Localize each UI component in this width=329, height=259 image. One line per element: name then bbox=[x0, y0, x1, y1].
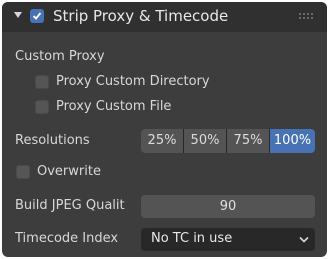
resolution-100-button[interactable]: 100% bbox=[270, 129, 315, 153]
panel-title: Strip Proxy & Timecode bbox=[53, 7, 229, 25]
checkbox-box[interactable] bbox=[35, 100, 49, 114]
resolution-25-button[interactable]: 25% bbox=[141, 129, 183, 153]
jpeg-quality-label: Build JPEG Qualit bbox=[15, 198, 125, 213]
timecode-index-label: Timecode Index bbox=[15, 231, 119, 246]
collapse-arrow-icon[interactable] bbox=[14, 12, 22, 18]
jpeg-quality-field[interactable]: 90 bbox=[141, 195, 315, 218]
proxy-custom-directory-label: Proxy Custom Directory bbox=[56, 74, 210, 89]
enable-checkbox[interactable] bbox=[30, 9, 44, 23]
resolutions-label: Resolutions bbox=[15, 133, 90, 148]
checkbox-box[interactable] bbox=[16, 165, 30, 179]
custom-proxy-label: Custom Proxy bbox=[15, 49, 105, 64]
proxy-timecode-panel: Strip Proxy & Timecode Custom Proxy Prox… bbox=[2, 2, 327, 257]
proxy-custom-file-label: Proxy Custom File bbox=[56, 99, 172, 114]
grip-icon[interactable] bbox=[299, 13, 313, 21]
timecode-index-value: No TC in use bbox=[151, 231, 233, 246]
checkmark-icon bbox=[32, 12, 42, 20]
panel-header[interactable]: Strip Proxy & Timecode bbox=[2, 2, 327, 32]
overwrite-label: Overwrite bbox=[37, 164, 101, 179]
chevron-down-icon bbox=[299, 236, 309, 243]
timecode-index-dropdown[interactable]: No TC in use bbox=[141, 228, 315, 251]
resolutions-selector: 25% 50% 75% 100% bbox=[141, 129, 315, 153]
checkbox-box[interactable] bbox=[35, 75, 49, 89]
resolution-75-button[interactable]: 75% bbox=[227, 129, 269, 153]
resolution-50-button[interactable]: 50% bbox=[184, 129, 226, 153]
